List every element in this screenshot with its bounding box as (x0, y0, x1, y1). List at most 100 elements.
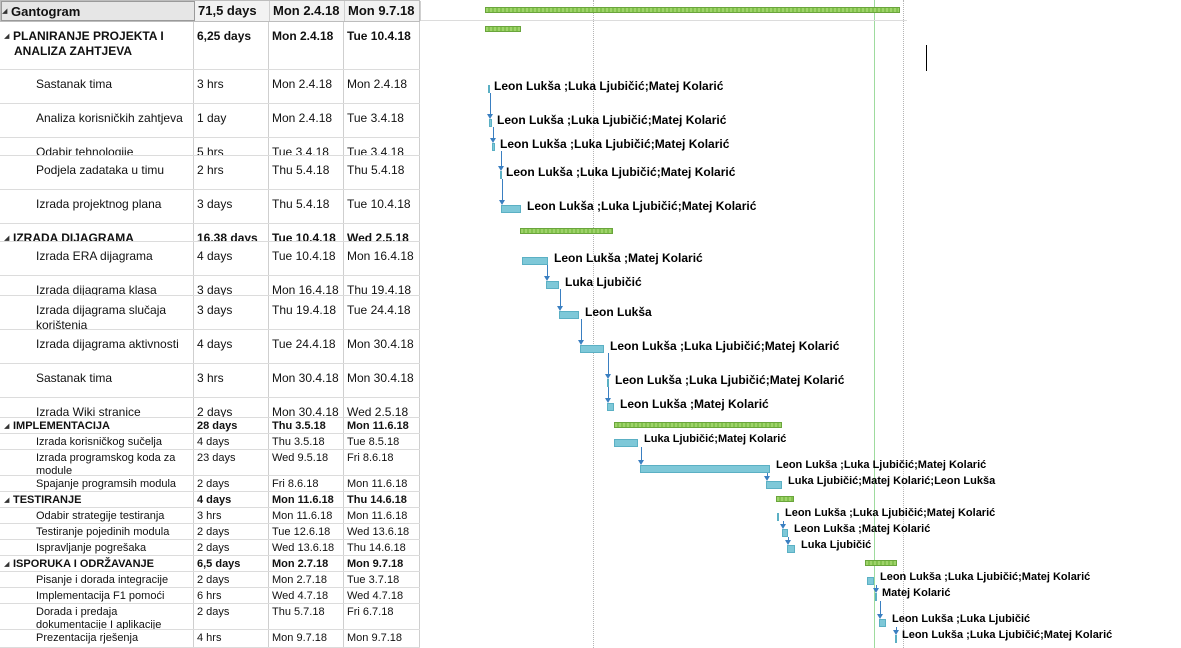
task-name-cell[interactable]: Izrada Wiki stranice (0, 398, 194, 417)
task-finish: Wed 4.7.18 (344, 588, 420, 603)
summary-bar[interactable] (520, 228, 613, 234)
summary-bar[interactable] (776, 496, 794, 502)
task-row[interactable]: Izrada dijagrama slučaja korištenja 3 day… (0, 296, 420, 330)
project-summary-bar[interactable] (485, 7, 900, 13)
task-bar[interactable] (607, 403, 614, 411)
summary-task-row[interactable]: ◢ PLANIRANJE PROJEKTA I ANALIZA ZAHTJEVA 6… (0, 22, 420, 70)
task-name-cell[interactable]: Izrada dijagrama aktivnosti (0, 330, 194, 363)
task-name-cell[interactable]: ◢ IMPLEMENTACIJA (0, 418, 194, 433)
task-row[interactable]: Ispravljanje pogrešaka 2 days Wed 13.6.18 T… (0, 540, 420, 556)
task-name: Sastanak tima (36, 371, 113, 385)
task-row[interactable]: Implementacija F1 pomoći 6 hrs Wed 4.7.18 W… (0, 588, 420, 604)
task-name-cell[interactable]: Prezentacija rješenja (0, 630, 194, 647)
summary-task-row[interactable]: ◢ IZRADA DIJAGRAMA 16,38 days Tue 10.4.18 We… (0, 224, 420, 242)
project-summary-row[interactable]: ◢ Gantogram 71,5 days Mon 2.4.18 Mon 9.7.… (0, 0, 421, 22)
task-bar[interactable] (875, 593, 877, 601)
collapse-triangle-icon[interactable]: ◢ (4, 29, 13, 44)
task-row[interactable]: Spajanje programsih modula 2 days Fri 8.6.… (0, 476, 420, 492)
task-bar[interactable] (787, 545, 795, 553)
task-name-cell[interactable]: Sastanak tima (0, 364, 194, 397)
task-name-cell[interactable]: Testiranje pojedinih modula (0, 524, 194, 539)
task-bar[interactable] (501, 205, 521, 213)
summary-task-row[interactable]: ◢ ISPORUKA I ODRŽAVANJE 6,5 days Mon 2.7.18… (0, 556, 420, 572)
collapse-triangle-icon[interactable]: ◢ (4, 231, 13, 241)
summary-bar[interactable] (614, 422, 782, 428)
collapse-triangle-icon[interactable]: ◢ (4, 420, 13, 433)
task-name-cell[interactable]: Izrada dijagrama slučaja korištenja (0, 296, 194, 329)
summary-task-row[interactable]: ◢ TESTIRANJE 4 days Mon 11.6.18 Thu 14.6.18 (0, 492, 420, 508)
task-row[interactable]: Odabir strategije testiranja 3 hrs Mon 11.… (0, 508, 420, 524)
task-name-cell[interactable]: ◢ TESTIRANJE (0, 492, 194, 507)
task-name-cell[interactable]: Spajanje programsih modula (0, 476, 194, 491)
task-duration: 2 days (194, 524, 269, 539)
task-finish: Thu 5.4.18 (344, 156, 420, 189)
task-name-cell[interactable]: Analiza korisničkih zahtjeva (0, 104, 194, 137)
task-name-cell[interactable]: Izrada programskog koda za module (0, 450, 194, 475)
project-name-cell[interactable]: ◢ Gantogram (1, 1, 195, 21)
task-bar[interactable] (559, 311, 579, 319)
task-row[interactable]: Sastanak tima 3 hrs Mon 2.4.18 Mon 2.4.18 (0, 70, 420, 104)
task-row[interactable]: Izrada projektnog plana 3 days Thu 5.4.18 T… (0, 190, 420, 224)
task-name-cell[interactable]: Podjela zadataka u timu (0, 156, 194, 189)
task-name-cell[interactable]: ◢ ISPORUKA I ODRŽAVANJE (0, 556, 194, 571)
task-row[interactable]: Izrada korisničkog sučelja 4 days Thu 3.5.… (0, 434, 420, 450)
task-name-cell[interactable]: Izrada projektnog plana (0, 190, 194, 223)
task-bar[interactable] (879, 619, 886, 627)
summary-bar[interactable] (865, 560, 897, 566)
dependency-arrow-icon (877, 614, 883, 619)
task-name-cell[interactable]: Izrada korisničkog sučelja (0, 434, 194, 449)
summary-bar[interactable] (485, 26, 521, 32)
task-bar[interactable] (640, 465, 770, 473)
task-bar[interactable] (488, 85, 490, 93)
collapse-triangle-icon[interactable]: ◢ (2, 5, 11, 19)
task-bar[interactable] (580, 345, 604, 353)
task-row[interactable]: Izrada Wiki stranice 2 days Mon 30.4.18 Wed… (0, 398, 420, 418)
task-row[interactable]: Izrada programskog koda za module 23 days… (0, 450, 420, 476)
task-name-cell[interactable]: Pisanje i dorada integracije (0, 572, 194, 587)
task-name: Prezentacija rješenja (36, 632, 139, 644)
task-name-cell[interactable]: Ispravljanje pogrešaka (0, 540, 194, 555)
task-row[interactable]: Izrada ERA dijagrama 4 days Tue 10.4.18 Mon… (0, 242, 420, 276)
collapse-triangle-icon[interactable]: ◢ (4, 558, 13, 571)
task-finish: Wed 2.5.18 (344, 224, 420, 241)
task-row[interactable]: Podjela zadataka u timu 2 hrs Thu 5.4.18 Th… (0, 156, 420, 190)
task-row[interactable]: Dorada i predaja dokumentacije I aplikac… (0, 604, 420, 630)
task-name-cell[interactable]: Odabir strategije testiranja (0, 508, 194, 523)
task-bar[interactable] (546, 281, 559, 289)
task-bar[interactable] (766, 481, 782, 489)
task-bar[interactable] (492, 143, 495, 151)
task-name-cell[interactable]: Sastanak tima (0, 70, 194, 103)
task-bar[interactable] (867, 577, 874, 585)
task-row[interactable]: Pisanje i dorada integracije 2 days Mon 2.… (0, 572, 420, 588)
task-name-cell[interactable]: Dorada i predaja dokumentacije I aplikac… (0, 604, 194, 629)
task-duration: 2 hrs (194, 156, 269, 189)
timescale-gridline (903, 0, 904, 648)
task-bar[interactable] (489, 119, 492, 127)
task-name-cell[interactable]: Izrada ERA dijagrama (0, 242, 194, 275)
task-bar[interactable] (782, 529, 788, 537)
task-bar[interactable] (522, 257, 548, 265)
task-duration: 2 days (194, 398, 269, 417)
task-bar[interactable] (777, 513, 779, 521)
task-row[interactable]: Testiranje pojedinih modula 2 days Tue 12.… (0, 524, 420, 540)
task-name-cell[interactable]: Odabir tehnologije (0, 138, 194, 155)
summary-task-row[interactable]: ◢ IMPLEMENTACIJA 28 days Thu 3.5.18 Mon 11.6… (0, 418, 420, 434)
task-row[interactable]: Izrada dijagrama aktivnosti 4 days Tue 24.… (0, 330, 420, 364)
task-bar[interactable] (607, 379, 609, 387)
task-name-cell[interactable]: Izrada dijagrama klasa (0, 276, 194, 295)
dependency-arrow-icon (490, 138, 496, 143)
task-bar[interactable] (895, 635, 897, 643)
task-name-cell[interactable]: Implementacija F1 pomoći (0, 588, 194, 603)
task-row[interactable]: Sastanak tima 3 hrs Mon 30.4.18 Mon 30.4.18 (0, 364, 420, 398)
task-bar[interactable] (500, 171, 502, 179)
task-row[interactable]: Odabir tehnologije 5 hrs Tue 3.4.18 Tue 3.4… (0, 138, 420, 156)
task-bar[interactable] (614, 439, 638, 447)
task-name: Izrada dijagrama aktivnosti (36, 337, 179, 351)
task-name-cell[interactable]: ◢ IZRADA DIJAGRAMA (0, 224, 194, 241)
resource-label: Leon Lukša ;Luka Ljubičić;Matej Kolarić (506, 165, 736, 179)
task-row[interactable]: Izrada dijagrama klasa 3 days Mon 16.4.18 T… (0, 276, 420, 296)
collapse-triangle-icon[interactable]: ◢ (4, 494, 13, 507)
task-row[interactable]: Prezentacija rješenja 4 hrs Mon 9.7.18 Mon … (0, 630, 420, 648)
task-row[interactable]: Analiza korisničkih zahtjeva 1 day Mon 2.4… (0, 104, 420, 138)
task-name-cell[interactable]: ◢ PLANIRANJE PROJEKTA I ANALIZA ZAHTJEVA (0, 22, 194, 69)
